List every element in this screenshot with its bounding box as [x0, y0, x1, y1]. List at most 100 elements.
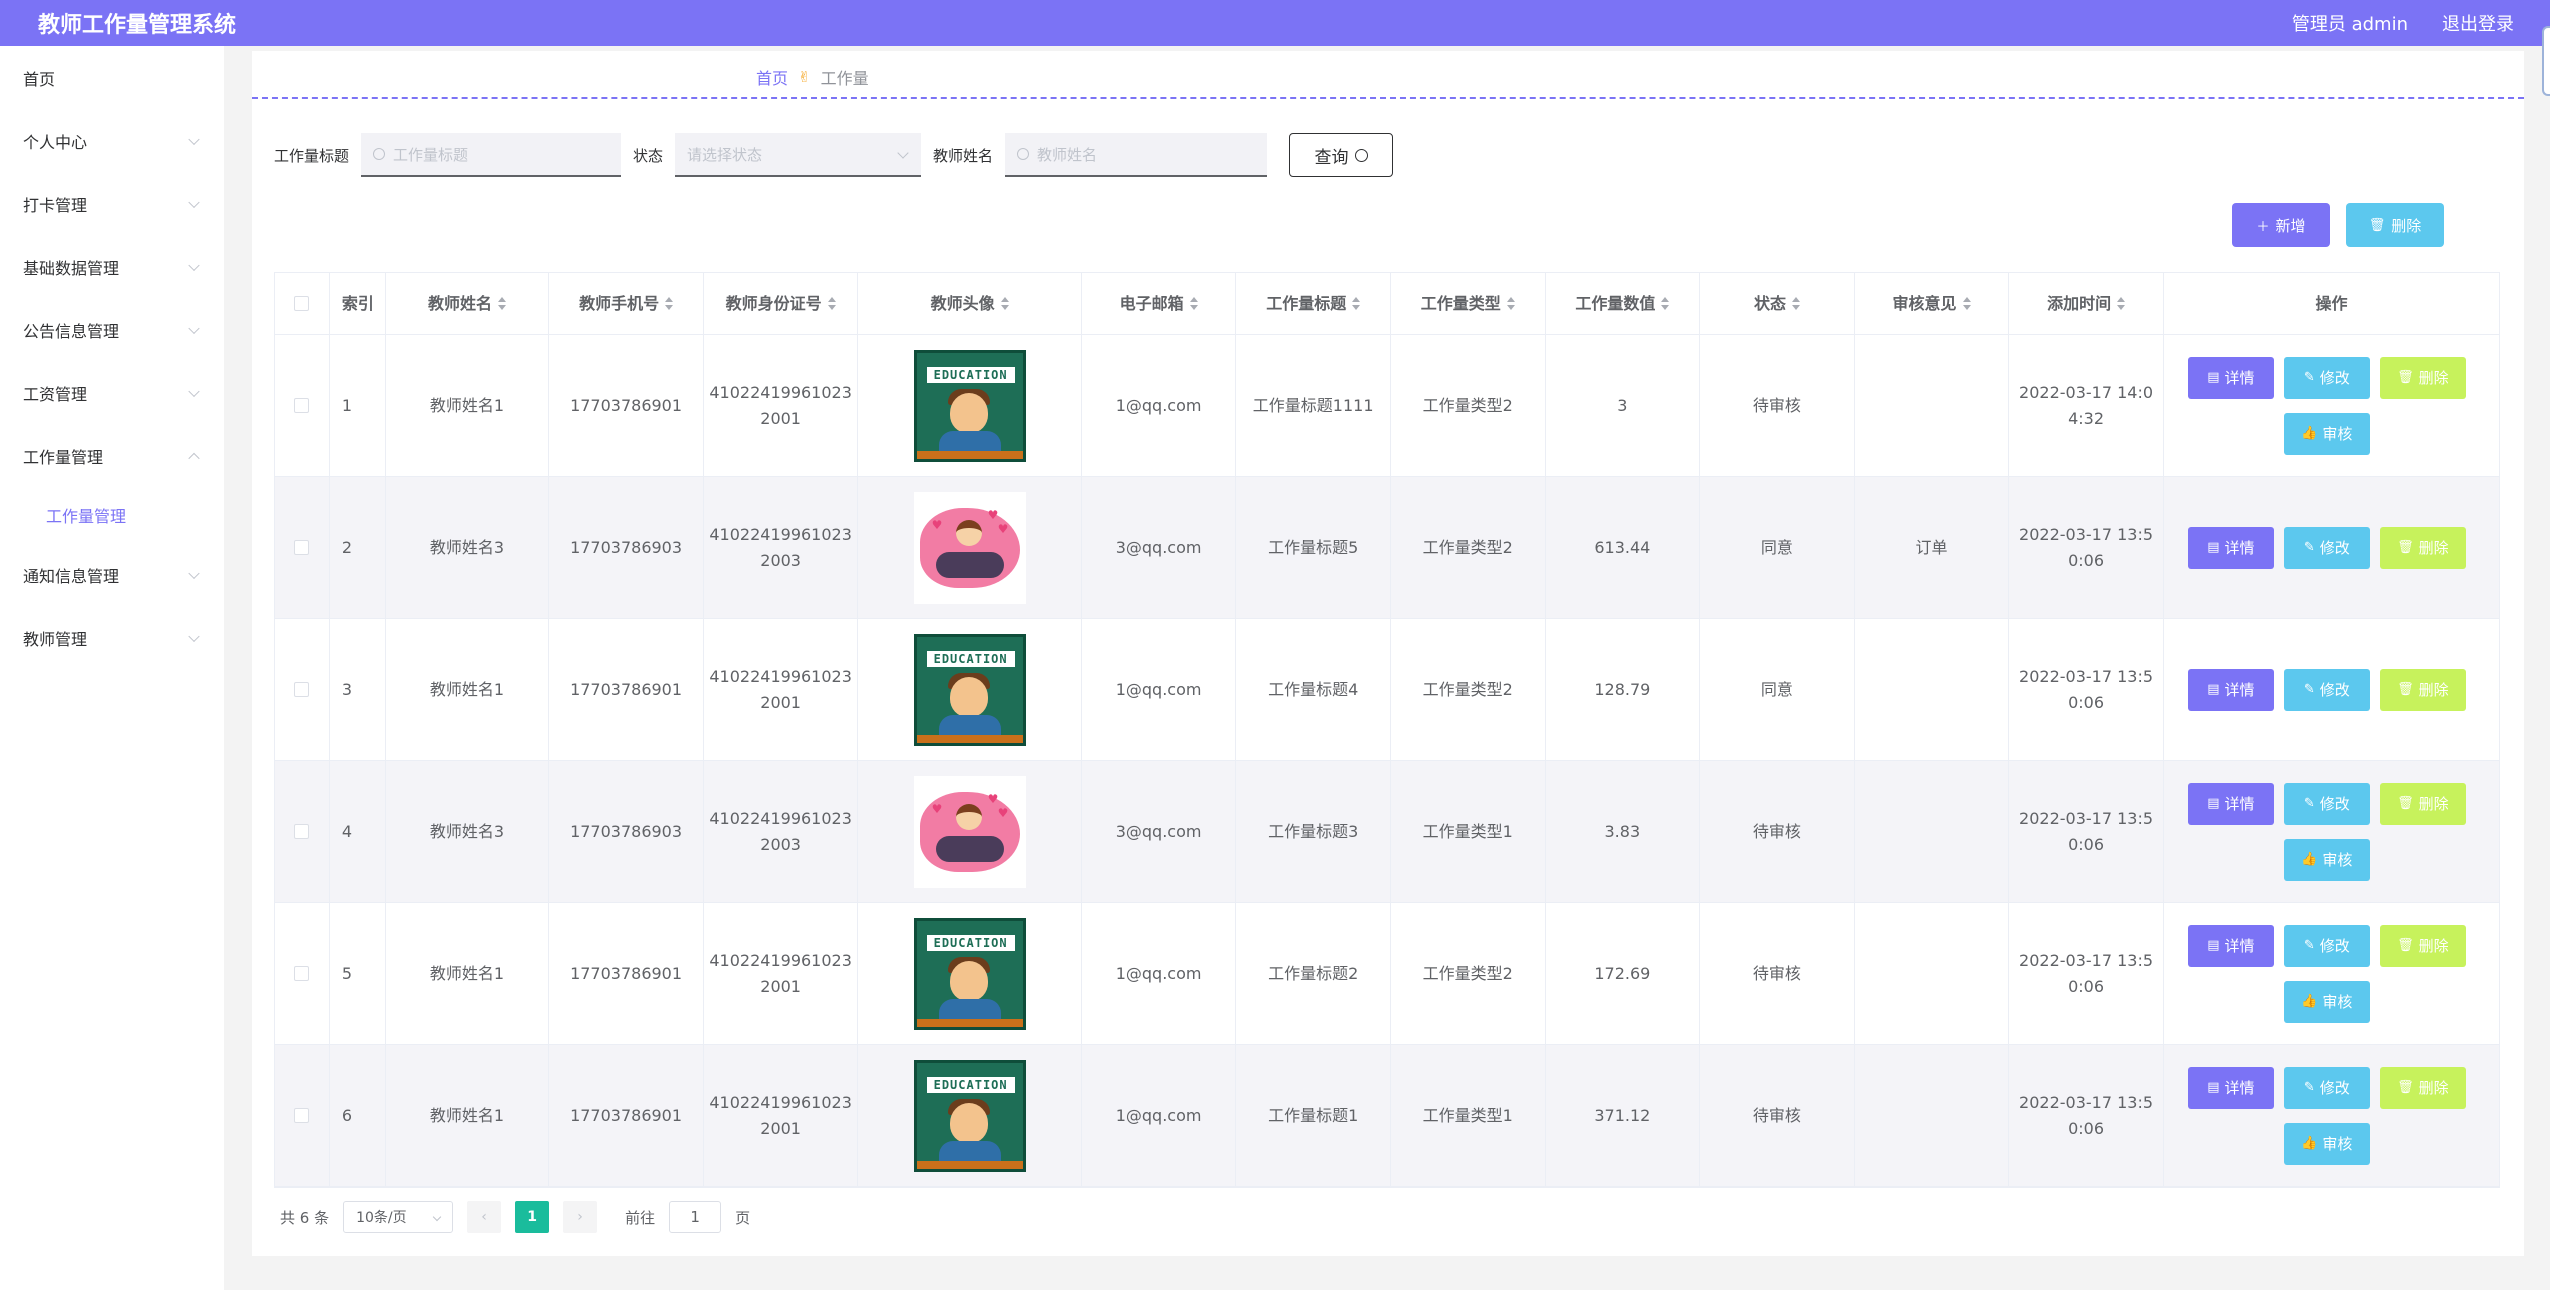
col-opinion[interactable]: 审核意见 — [1855, 273, 2010, 334]
detail-button[interactable]: ▤ 详情 — [2187, 924, 2274, 967]
edit-button[interactable]: ✎ 修改 — [2283, 668, 2370, 711]
sidebar-item-workload[interactable]: 工作量管理 — [0, 424, 224, 487]
sidebar-item-salary[interactable]: 工资管理 — [0, 361, 224, 424]
teacher-search-input[interactable]: 教师姓名 — [1005, 133, 1268, 177]
audit-button[interactable]: 👍 审核 — [2283, 412, 2370, 455]
col-avatar[interactable]: 教师头像 — [858, 273, 1082, 334]
col-created-time[interactable]: 添加时间 — [2009, 273, 2164, 334]
next-page-button[interactable]: › — [563, 1201, 598, 1233]
page-number-current[interactable]: 1 — [515, 1201, 550, 1233]
row-delete-button[interactable]: 🗑 删除 — [2379, 526, 2466, 569]
select-all-checkbox[interactable] — [294, 296, 310, 311]
col-status[interactable]: 状态 — [1700, 273, 1855, 334]
status-select[interactable]: 请选择状态 — [675, 133, 922, 177]
phone-cell: 17703786903 — [549, 477, 704, 618]
sort-icon[interactable] — [1962, 297, 1971, 310]
row-delete-button[interactable]: 🗑 删除 — [2379, 356, 2466, 399]
cell-id-card: 41022419961023 2003 — [709, 522, 852, 574]
avatar[interactable]: EDUCATION — [913, 1059, 1026, 1172]
col-phone[interactable]: 教师手机号 — [549, 273, 704, 334]
col-label: 添加时间 — [2047, 293, 2112, 313]
sidebar-item-teacher[interactable]: 教师管理 — [0, 606, 224, 669]
sort-icon[interactable] — [1000, 297, 1009, 310]
edit-button[interactable]: ✎ 修改 — [2283, 356, 2370, 399]
logout-link[interactable]: 退出登录 — [2442, 10, 2514, 36]
breadcrumb-home[interactable]: 首页 — [756, 65, 788, 89]
detail-button[interactable]: ▤ 详情 — [2187, 782, 2274, 825]
sort-icon[interactable] — [827, 297, 836, 310]
audit-button[interactable]: 👍 审核 — [2283, 1122, 2370, 1165]
row-checkbox[interactable] — [294, 398, 310, 413]
cell-phone: 17703786901 — [570, 395, 683, 415]
edit-button[interactable]: ✎ 修改 — [2283, 924, 2370, 967]
sort-icon[interactable] — [1352, 297, 1361, 310]
sort-icon[interactable] — [498, 297, 507, 310]
sort-icon[interactable] — [1661, 297, 1670, 310]
avatar[interactable]: EDUCATION — [913, 633, 1026, 746]
teacher-name-cell: 教师姓名1 — [386, 903, 550, 1044]
page-size-select[interactable]: 10条/页 — [343, 1201, 454, 1233]
sidebar-subitem-workload[interactable]: 工作量管理 — [0, 487, 224, 543]
row-checkbox[interactable] — [294, 682, 310, 697]
detail-button[interactable]: ▤ 详情 — [2187, 1066, 2274, 1109]
edit-button[interactable]: ✎ 修改 — [2283, 526, 2370, 569]
title-search-input[interactable]: 工作量标题 — [361, 133, 622, 177]
search-icon — [1354, 148, 1368, 162]
add-button[interactable]: ＋ 新增 — [2232, 203, 2330, 247]
row-delete-button[interactable]: 🗑 删除 — [2379, 782, 2466, 825]
sidebar-item-home[interactable]: 首页 — [0, 46, 224, 109]
edit-button[interactable]: ✎ 修改 — [2283, 782, 2370, 825]
row-delete-button[interactable]: 🗑 删除 — [2379, 924, 2466, 967]
col-label: 工作量数值 — [1575, 293, 1656, 313]
detail-button[interactable]: ▤ 详情 — [2187, 356, 2274, 399]
detail-button[interactable]: ▤ 详情 — [2187, 668, 2274, 711]
detail-button[interactable]: ▤ 详情 — [2187, 526, 2274, 569]
avatar[interactable]: EDUCATION — [913, 349, 1026, 462]
col-email[interactable]: 电子邮箱 — [1082, 273, 1237, 334]
row-delete-button[interactable]: 🗑 删除 — [2379, 1066, 2466, 1109]
col-workload-type[interactable]: 工作量类型 — [1391, 273, 1546, 334]
workload-value-cell: 613.44 — [1546, 477, 1701, 618]
col-workload-title[interactable]: 工作量标题 — [1236, 273, 1392, 334]
avatar[interactable]: ♥ ♥ ♥ — [913, 775, 1026, 888]
sort-icon[interactable] — [1189, 297, 1198, 310]
audit-button[interactable]: 👍 审核 — [2283, 838, 2370, 881]
row-delete-button[interactable]: 🗑 删除 — [2379, 668, 2466, 711]
sidebar-item-basic-data[interactable]: 基础数据管理 — [0, 235, 224, 298]
query-button[interactable]: 查询 — [1289, 133, 1394, 177]
operations-cell: ▤ 详情 ✎ 修改 🗑 删除 👍 审核 — [2164, 903, 2499, 1044]
sort-icon[interactable] — [2117, 297, 2126, 310]
email-cell: 3@qq.com — [1082, 477, 1237, 618]
sidebar-item-personal[interactable]: 个人中心 — [0, 109, 224, 172]
edit-button[interactable]: ✎ 修改 — [2283, 1066, 2370, 1109]
row-checkbox[interactable] — [294, 540, 310, 555]
cell-status: 同意 — [1760, 679, 1793, 699]
goto-page-input[interactable]: 1 — [669, 1201, 722, 1233]
edge-tab[interactable] — [2542, 26, 2550, 96]
sort-icon[interactable] — [665, 297, 674, 310]
chevron-down-icon — [188, 133, 200, 145]
col-id-card[interactable]: 教师身份证号 — [704, 273, 859, 334]
avatar[interactable]: EDUCATION — [913, 917, 1026, 1030]
row-checkbox[interactable] — [294, 824, 310, 839]
cell-teacher-name: 教师姓名3 — [429, 537, 505, 557]
id-line: 2001 — [760, 1118, 801, 1138]
chevron-down-icon — [188, 259, 200, 271]
sidebar-item-announcement[interactable]: 公告信息管理 — [0, 298, 224, 361]
sidebar-item-checkin[interactable]: 打卡管理 — [0, 172, 224, 235]
col-workload-value[interactable]: 工作量数值 — [1546, 273, 1701, 334]
user-label[interactable]: 管理员 admin — [2292, 10, 2408, 36]
prev-page-button[interactable]: ‹ — [467, 1201, 502, 1233]
col-teacher-name[interactable]: 教师姓名 — [386, 273, 550, 334]
audit-button[interactable]: 👍 审核 — [2283, 980, 2370, 1023]
sort-icon[interactable] — [1506, 297, 1515, 310]
row-checkbox[interactable] — [294, 966, 310, 981]
delete-button[interactable]: 🗑 删除 — [2346, 203, 2444, 247]
sidebar-item-notice[interactable]: 通知信息管理 — [0, 543, 224, 606]
thumbs-up-icon: 👍 — [2301, 425, 2318, 441]
detail-button-label: 详情 — [2224, 936, 2255, 955]
row-checkbox[interactable] — [294, 1108, 310, 1123]
sort-icon[interactable] — [1791, 297, 1800, 310]
cell-index: 2 — [341, 537, 353, 557]
avatar[interactable]: ♥ ♥ ♥ — [913, 491, 1026, 604]
